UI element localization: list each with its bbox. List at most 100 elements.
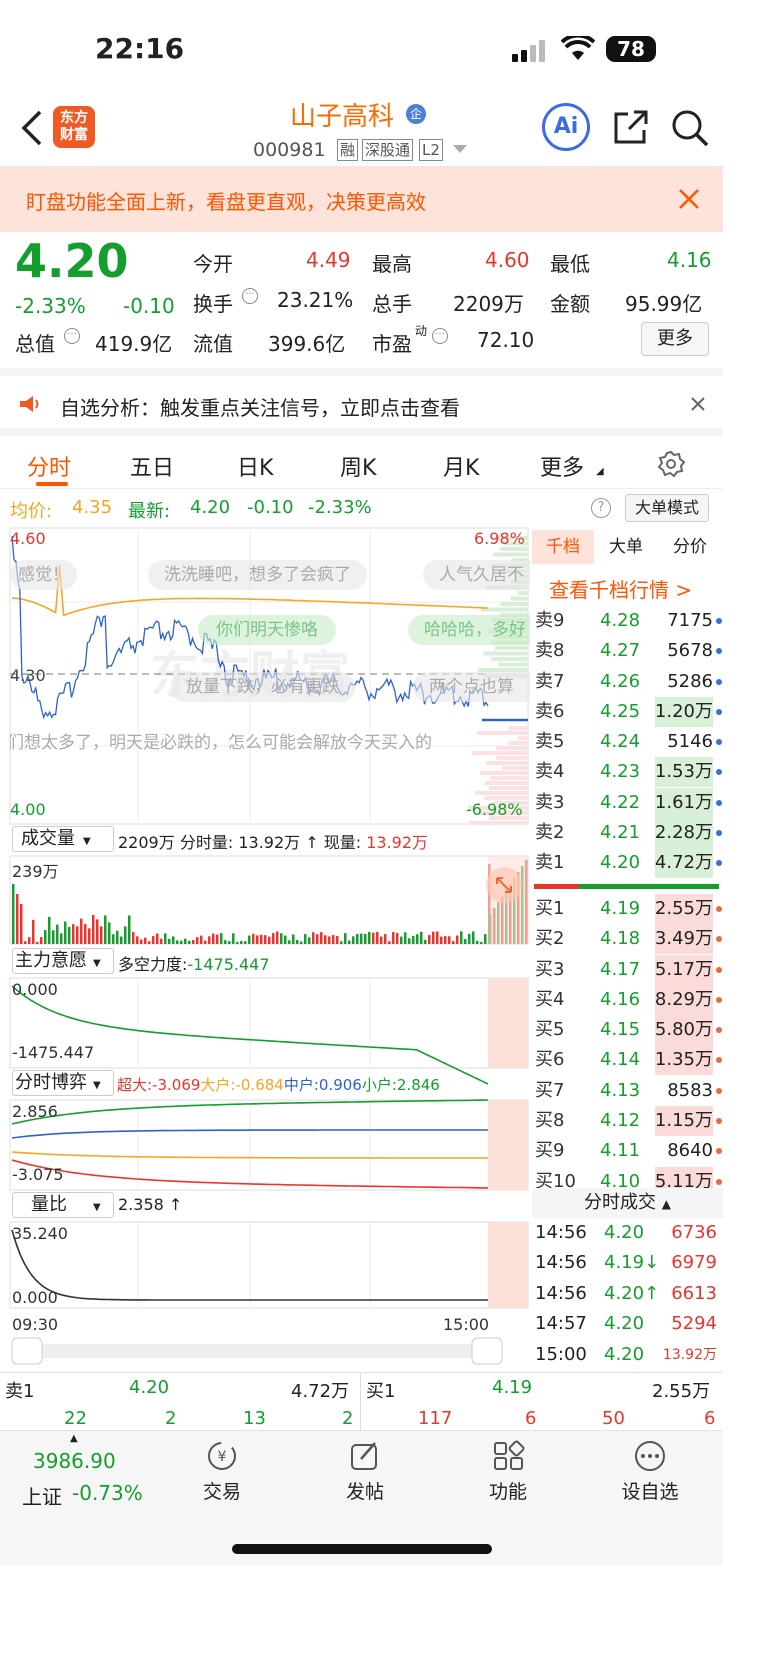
- pct-axis-max: 6.98%: [474, 529, 525, 548]
- dropdown-icon[interactable]: [453, 145, 467, 154]
- danmu-bubble: 哈哈哈，多好: [408, 615, 530, 645]
- tab-5day[interactable]: 五日: [130, 450, 174, 482]
- ask-row[interactable]: 卖5 4.24 5146: [532, 727, 723, 757]
- level-price: 4.15: [600, 1019, 641, 1041]
- volume-indicator-select[interactable]: 成交量 ▼: [12, 826, 114, 852]
- game-indicator-select[interactable]: 分时博弈 ▼: [12, 1070, 114, 1096]
- level-price: 4.14: [600, 1049, 641, 1071]
- index-value[interactable]: 3986.90: [33, 1449, 116, 1473]
- buy-queue: 117: [418, 1408, 453, 1429]
- float-label: 流值: [193, 332, 233, 356]
- tab-more[interactable]: 更多: [540, 450, 584, 482]
- stock-code: 000981: [253, 139, 326, 161]
- level-label: 卖6: [535, 700, 565, 722]
- add-watchlist-tab[interactable]: 设自选: [618, 1439, 682, 1509]
- chg-value: -0.10: [247, 497, 294, 518]
- app-logo[interactable]: 东方 财富: [53, 106, 95, 148]
- level-dot: [716, 769, 722, 776]
- ai-button[interactable]: Ai: [542, 103, 590, 151]
- change-percent: -2.33%: [15, 294, 86, 318]
- more-dots-icon: [635, 1441, 665, 1471]
- level-dot: [716, 618, 722, 624]
- level-price: 4.24: [600, 731, 641, 753]
- ratio-axis-min: 0.000: [12, 1288, 58, 1307]
- ask-row[interactable]: 卖8 4.27 5678: [532, 636, 723, 666]
- ask-row[interactable]: 卖9 4.28 7175: [532, 606, 723, 636]
- caret-up-icon: ▲: [661, 1197, 671, 1211]
- tab-depth[interactable]: 千档: [532, 530, 594, 564]
- ratio-indicator-select[interactable]: 量比 ▼: [12, 1192, 114, 1218]
- index-percent[interactable]: -0.73%: [72, 1481, 143, 1505]
- level-dot: [716, 1087, 722, 1094]
- notice-bar[interactable]: 自选分析：触发重点关注信号，立即点击查看: [0, 368, 723, 428]
- info-icon[interactable]: ···: [242, 288, 258, 304]
- function-label: 功能: [488, 1481, 527, 1503]
- level-label: 卖7: [535, 670, 565, 692]
- bid-row[interactable]: 买3 4.17 5.17万: [532, 954, 723, 985]
- function-tab[interactable]: 功能: [486, 1439, 530, 1509]
- vol-axis-max: 239万: [12, 862, 59, 881]
- bid-row[interactable]: 买8 4.12 1.15万: [532, 1106, 723, 1137]
- ask-row[interactable]: 卖1 4.20 4.72万: [532, 848, 723, 879]
- depth-link[interactable]: 查看千档行情 >: [549, 574, 692, 603]
- info-icon[interactable]: ···: [432, 328, 448, 344]
- ratio-label: 量比: [31, 1194, 67, 1215]
- level-volume: 2.55万: [654, 894, 713, 924]
- trade-price: 4.20↑: [604, 1282, 660, 1304]
- bid-list: 买1 4.19 2.55万 买2 4.18 3.49万 买3 4.17 5.17万 买4 4.16 8…: [532, 894, 723, 1197]
- more-button[interactable]: 更多: [641, 322, 709, 356]
- tab-daily[interactable]: 日K: [237, 450, 273, 482]
- back-icon[interactable]: [20, 110, 44, 146]
- trade-row: 14:56 4.19↓ 6979: [532, 1248, 723, 1278]
- ask-row[interactable]: 卖4 4.23 1.53万: [532, 757, 723, 788]
- tab-intraday[interactable]: 分时: [27, 450, 71, 482]
- ratio-axis-max: 35.240: [12, 1224, 68, 1243]
- level-price: 4.12: [600, 1110, 641, 1132]
- level-price: 4.13: [600, 1079, 641, 1101]
- will-indicator-select[interactable]: 主力意愿 ▼: [12, 948, 114, 974]
- expand-icon[interactable]: [486, 867, 522, 903]
- bid-row[interactable]: 买9 4.11 8640: [532, 1136, 723, 1166]
- help-icon[interactable]: ?: [591, 498, 611, 518]
- bid-row[interactable]: 买1 4.19 2.55万: [532, 894, 723, 924]
- big-order-mode-button[interactable]: 大单模式: [625, 494, 709, 522]
- bid-row[interactable]: 买4 4.16 8.29万: [532, 984, 723, 1015]
- close-icon[interactable]: [678, 188, 700, 210]
- close-icon[interactable]: [690, 396, 706, 412]
- ask-row[interactable]: 卖2 4.21 2.28万: [532, 818, 723, 849]
- buy1-label: 买1: [366, 1381, 396, 1402]
- game-label: 分时博弈: [15, 1072, 87, 1093]
- bid-row[interactable]: 买6 4.14 1.35万: [532, 1045, 723, 1076]
- tab-big-order[interactable]: 大单: [594, 530, 658, 564]
- bid-row[interactable]: 买2 4.18 3.49万: [532, 924, 723, 955]
- trade-volume: 6979: [671, 1252, 717, 1274]
- share-icon[interactable]: [612, 108, 650, 146]
- ask-row[interactable]: 卖3 4.22 1.61万: [532, 787, 723, 818]
- tab-weekly[interactable]: 周K: [340, 450, 376, 482]
- bid-row[interactable]: 买7 4.13 8583: [532, 1076, 723, 1106]
- index-name[interactable]: 上证: [22, 1481, 62, 1510]
- ratio-value: 2.358: [118, 1195, 164, 1214]
- low-label: 最低: [550, 252, 590, 276]
- trades-header[interactable]: 分时成交 ▲: [532, 1188, 723, 1218]
- level-dot: [716, 1027, 722, 1034]
- promo-banner[interactable]: 盯盘功能全面上新，看盘更直观，决策更高效: [0, 166, 723, 232]
- ask-row[interactable]: 卖7 4.26 5286: [532, 667, 723, 697]
- tab-price-dist[interactable]: 分价: [658, 530, 722, 564]
- tab-monthly[interactable]: 月K: [443, 450, 479, 482]
- trade-list: 14:56 4.20 6736 14:56 4.19↓ 6979 14:56 4.20↑ 661…: [532, 1218, 723, 1370]
- level-dot: [716, 996, 722, 1003]
- search-icon[interactable]: [670, 108, 710, 148]
- settings-icon[interactable]: [657, 450, 685, 478]
- sell-queue: 22: [64, 1408, 87, 1429]
- bid-row[interactable]: 买5 4.15 5.80万: [532, 1015, 723, 1046]
- ask-row[interactable]: 卖6 4.25 1.20万: [532, 696, 723, 727]
- post-tab[interactable]: 发帖: [343, 1439, 387, 1509]
- open-value: 4.49: [306, 248, 351, 272]
- will-axis-max: 0.000: [12, 980, 58, 999]
- banner-text: 盯盘功能全面上新，看盘更直观，决策更高效: [26, 190, 426, 214]
- stock-name[interactable]: 山子高科: [290, 96, 394, 133]
- info-icon[interactable]: ···: [64, 328, 80, 344]
- trade-tab[interactable]: ¥ 交易: [200, 1439, 244, 1509]
- add-watchlist-label: 设自选: [621, 1481, 679, 1503]
